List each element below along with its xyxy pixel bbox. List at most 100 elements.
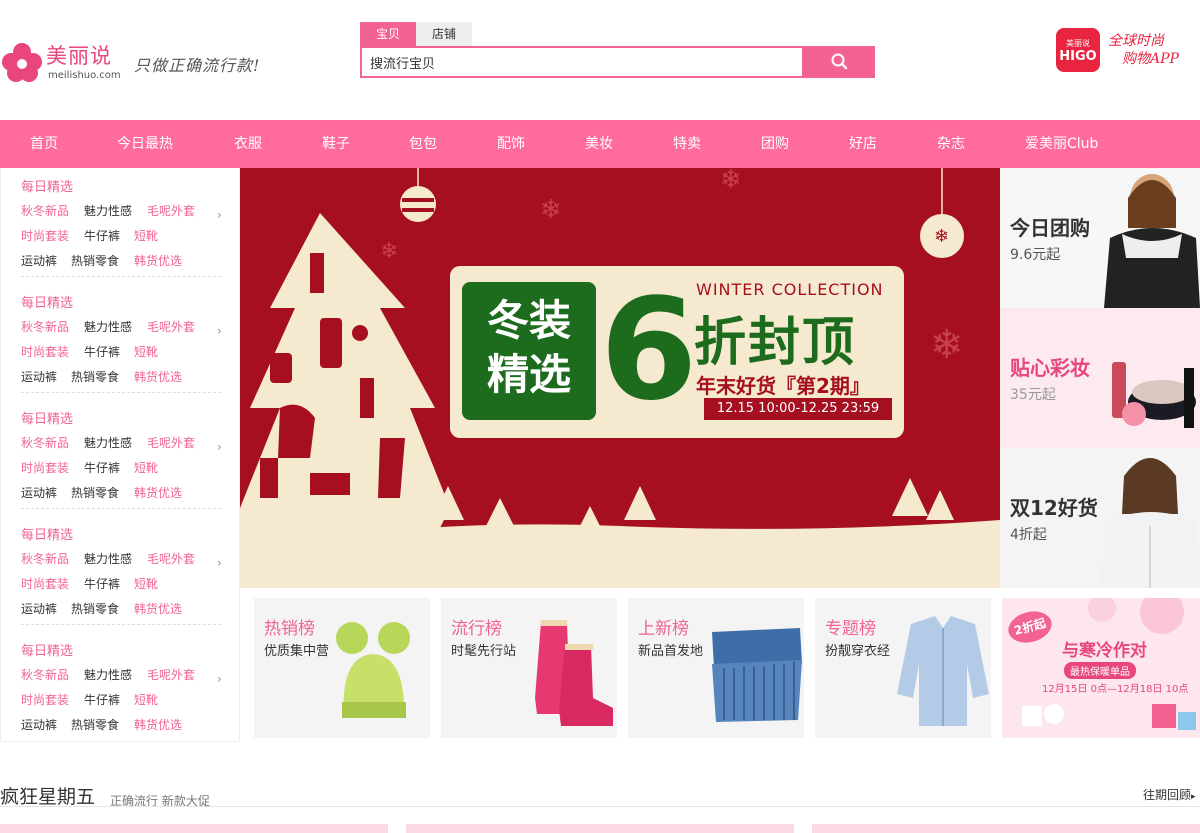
promo-group-buy[interactable]: 今日团购 9.6元起 bbox=[1000, 168, 1200, 308]
category-link[interactable]: 热销零食 bbox=[71, 484, 119, 501]
category-link[interactable]: 短靴 bbox=[134, 459, 158, 476]
ad-subtitle: 最热保暖单品 bbox=[1064, 662, 1136, 679]
nav-bags[interactable]: 包包 bbox=[409, 120, 437, 168]
category-link[interactable]: 秋冬新品 bbox=[21, 318, 69, 335]
category-link[interactable]: 牛仔裤 bbox=[84, 459, 120, 476]
chevron-right-icon[interactable]: › bbox=[217, 672, 222, 686]
banner-tagline: 年末好货『第2期』 bbox=[696, 374, 870, 398]
search-button[interactable] bbox=[804, 46, 875, 78]
deal-card-preview[interactable] bbox=[406, 824, 794, 833]
higo-tagline-line2: 购物APP bbox=[1122, 51, 1179, 67]
category-link[interactable]: 秋冬新品 bbox=[21, 666, 69, 683]
banner-tag: 冬装 精选 bbox=[462, 282, 596, 420]
rank-tile-new[interactable]: 上新榜 新品首发地 bbox=[628, 598, 804, 738]
category-divider bbox=[21, 392, 221, 393]
category-title[interactable]: 每日精选 bbox=[21, 292, 73, 311]
category-title[interactable]: 每日精选 bbox=[21, 640, 73, 659]
category-link[interactable]: 毛呢外套 bbox=[147, 550, 195, 567]
promo-cold-weather-ad[interactable]: 2折起 与寒冷作对 最热保暖单品 12月15日 0点—12月18日 10点 bbox=[1002, 598, 1200, 738]
category-link[interactable]: 时尚套装 bbox=[21, 691, 69, 708]
category-link[interactable]: 运动裤 bbox=[21, 716, 57, 733]
category-link[interactable]: 秋冬新品 bbox=[21, 202, 69, 219]
category-link[interactable]: 短靴 bbox=[134, 227, 158, 244]
logo-domain: meilishuo.com bbox=[48, 70, 121, 81]
banner-dates: 12.15 10:00-12.25 23:59 bbox=[704, 398, 892, 420]
category-link[interactable]: 韩货优选 bbox=[134, 716, 182, 733]
promo-double12[interactable]: 双12好货 4折起 bbox=[1000, 448, 1200, 588]
nav-group-buy[interactable]: 团购 bbox=[761, 120, 789, 168]
category-link[interactable]: 毛呢外套 bbox=[147, 434, 195, 451]
higo-app-link[interactable]: 美丽说 HIGO 全球时尚 购物APP bbox=[1056, 28, 1200, 76]
category-link[interactable]: 魅力性感 bbox=[84, 202, 132, 219]
category-link[interactable]: 时尚套装 bbox=[21, 575, 69, 592]
past-issues-label: 往期回顾 bbox=[1143, 788, 1192, 802]
category-link[interactable]: 牛仔裤 bbox=[84, 691, 120, 708]
nav-accessories[interactable]: 配饰 bbox=[497, 120, 525, 168]
category-title[interactable]: 每日精选 bbox=[21, 176, 73, 195]
search-tab-items[interactable]: 宝贝 bbox=[360, 22, 416, 46]
search-tab-shops[interactable]: 店铺 bbox=[416, 22, 472, 46]
category-link[interactable]: 时尚套装 bbox=[21, 459, 69, 476]
flower-logo-icon bbox=[2, 43, 42, 82]
past-issues-link[interactable]: 往期回顾▸ bbox=[1143, 786, 1196, 803]
category-link[interactable]: 魅力性感 bbox=[84, 666, 132, 683]
category-link[interactable]: 魅力性感 bbox=[84, 434, 132, 451]
rank-tile-hot[interactable]: 热销榜 优质集中营 bbox=[254, 598, 430, 738]
nav-club[interactable]: 爱美丽Club bbox=[1025, 120, 1098, 168]
chevron-right-icon[interactable]: › bbox=[217, 208, 222, 222]
category-link[interactable]: 牛仔裤 bbox=[84, 343, 120, 360]
svg-text:❄: ❄ bbox=[540, 195, 562, 225]
banner-tag-line1: 冬装 bbox=[486, 296, 571, 345]
category-link[interactable]: 秋冬新品 bbox=[21, 550, 69, 567]
category-link[interactable]: 韩货优选 bbox=[134, 600, 182, 617]
category-link[interactable]: 热销零食 bbox=[71, 716, 119, 733]
chevron-right-icon[interactable]: › bbox=[217, 324, 222, 338]
category-link[interactable]: 韩货优选 bbox=[134, 252, 182, 269]
category-title[interactable]: 每日精选 bbox=[21, 524, 73, 543]
promo-title: 今日团购 bbox=[1010, 216, 1090, 240]
higo-badge-top: 美丽说 bbox=[1066, 39, 1090, 48]
nav-clothes[interactable]: 衣服 bbox=[234, 120, 262, 168]
nav-hot[interactable]: 今日最热 bbox=[117, 120, 173, 168]
category-link[interactable]: 魅力性感 bbox=[84, 550, 132, 567]
category-link[interactable]: 毛呢外套 bbox=[147, 202, 195, 219]
chevron-right-icon[interactable]: › bbox=[217, 556, 222, 570]
promo-makeup[interactable]: 贴心彩妆 35元起 bbox=[1000, 308, 1200, 448]
nav-shops[interactable]: 好店 bbox=[849, 120, 877, 168]
category-link[interactable]: 韩货优选 bbox=[134, 484, 182, 501]
category-link[interactable]: 韩货优选 bbox=[134, 368, 182, 385]
category-link[interactable]: 热销零食 bbox=[71, 600, 119, 617]
category-link[interactable]: 热销零食 bbox=[71, 368, 119, 385]
nav-home[interactable]: 首页 bbox=[30, 120, 58, 168]
category-link[interactable]: 运动裤 bbox=[21, 252, 57, 269]
rank-tile-topic[interactable]: 专题榜 扮靓穿衣经 bbox=[815, 598, 991, 738]
category-link[interactable]: 秋冬新品 bbox=[21, 434, 69, 451]
nav-shoes[interactable]: 鞋子 bbox=[322, 120, 350, 168]
category-link[interactable]: 时尚套装 bbox=[21, 227, 69, 244]
nav-magazine[interactable]: 杂志 bbox=[937, 120, 965, 168]
category-link[interactable]: 牛仔裤 bbox=[84, 227, 120, 244]
category-link[interactable]: 毛呢外套 bbox=[147, 318, 195, 335]
nav-sale[interactable]: 特卖 bbox=[673, 120, 701, 168]
nav-beauty[interactable]: 美妆 bbox=[585, 120, 613, 168]
category-title[interactable]: 每日精选 bbox=[21, 408, 73, 427]
category-link[interactable]: 时尚套装 bbox=[21, 343, 69, 360]
category-link[interactable]: 魅力性感 bbox=[84, 318, 132, 335]
chevron-right-icon[interactable]: › bbox=[217, 440, 222, 454]
rank-tile-trend[interactable]: 流行榜 时髦先行站 bbox=[441, 598, 617, 738]
category-link[interactable]: 牛仔裤 bbox=[84, 575, 120, 592]
category-block: 每日精选 秋冬新品 魅力性感 毛呢外套 时尚套装 牛仔裤 短靴 运动裤 热销零食… bbox=[21, 632, 222, 742]
site-logo[interactable]: 美丽说 meilishuo.com 只做正确流行款! bbox=[0, 38, 280, 88]
category-link[interactable]: 热销零食 bbox=[71, 252, 119, 269]
search-input[interactable] bbox=[362, 48, 802, 76]
category-link[interactable]: 短靴 bbox=[134, 575, 158, 592]
category-link[interactable]: 运动裤 bbox=[21, 484, 57, 501]
deal-card-preview[interactable] bbox=[0, 824, 388, 833]
category-link[interactable]: 毛呢外套 bbox=[147, 666, 195, 683]
category-link[interactable]: 运动裤 bbox=[21, 368, 57, 385]
deal-card-preview[interactable] bbox=[812, 824, 1200, 833]
hero-banner[interactable]: ❄ ❄ ❄ ❄ ❄ 冬装 精选 6 WINTER COLLECTION 折封顶 … bbox=[240, 168, 1000, 588]
category-link[interactable]: 短靴 bbox=[134, 691, 158, 708]
category-link[interactable]: 运动裤 bbox=[21, 600, 57, 617]
category-link[interactable]: 短靴 bbox=[134, 343, 158, 360]
